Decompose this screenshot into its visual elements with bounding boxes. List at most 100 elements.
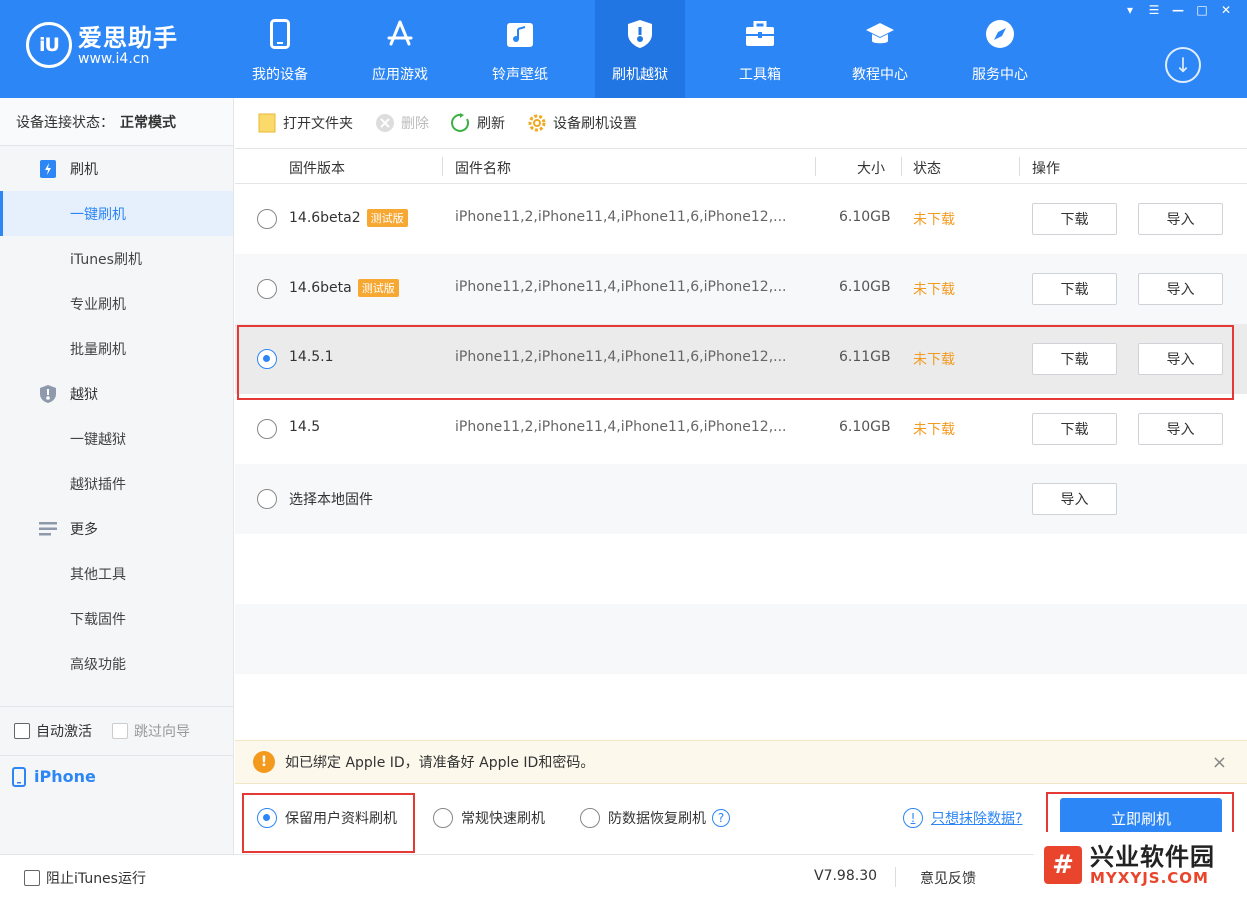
menu-lines-icon (38, 519, 58, 539)
local-firmware-label: 选择本地固件 (289, 492, 373, 508)
download-manager-icon[interactable]: ↓ (1165, 47, 1201, 83)
gear-icon (527, 113, 547, 133)
watermark-en: MYXYJS.COM (1090, 868, 1209, 887)
watermark-cn: 兴业软件园 (1090, 842, 1215, 871)
download-button[interactable]: 下载 (1032, 273, 1117, 305)
radio[interactable] (433, 808, 453, 828)
refresh-button[interactable]: 刷新 (451, 113, 505, 133)
device-entry[interactable]: iPhone (0, 755, 234, 797)
radio[interactable] (580, 808, 600, 828)
watermark-logo: # (1044, 845, 1082, 884)
firmware-version: 14.6beta (289, 280, 352, 296)
app-url: www.i4.cn (78, 51, 150, 67)
help-icon[interactable]: ? (712, 809, 730, 827)
connection-status-value: 正常模式 (120, 114, 176, 131)
shirt-icon[interactable]: ▾ (1119, 2, 1141, 18)
info-icon: ! (903, 808, 923, 828)
firmware-name: iPhone11,2,iPhone11,4,iPhone11,6,iPhone1… (455, 209, 787, 225)
shield-icon (624, 18, 656, 50)
row-radio[interactable] (257, 419, 277, 439)
firmware-table-header: 固件版本 固件名称 大小 状态 操作 (235, 149, 1247, 184)
block-itunes-checkbox[interactable] (24, 870, 40, 886)
nav-apps-games[interactable]: 应用游戏 (355, 0, 445, 98)
import-button[interactable]: 导入 (1138, 273, 1223, 305)
auto-activate-label: 自动激活 (36, 724, 92, 740)
connection-status: 设备连接状态： 正常模式 (0, 98, 233, 146)
minimize-icon[interactable]: — (1167, 2, 1189, 18)
delete-button[interactable]: 删除 (375, 113, 429, 133)
download-button[interactable]: 下载 (1032, 413, 1117, 445)
sidebar-item-pro-flash[interactable]: 专业刷机 (0, 281, 233, 326)
row-radio[interactable] (257, 279, 277, 299)
app-logo: iU 爱思助手 www.i4.cn (26, 22, 178, 68)
warning-icon: ! (253, 751, 275, 773)
sidebar-item-other-tools[interactable]: 其他工具 (0, 551, 233, 596)
header-size: 大小 (857, 161, 885, 177)
menu-icon[interactable]: ☰ (1143, 2, 1165, 18)
maximize-icon[interactable]: □ (1191, 2, 1213, 18)
block-itunes-option[interactable]: 阻止iTunes运行 (24, 868, 146, 888)
anti-recovery-option[interactable]: 防数据恢复刷机 ? (580, 808, 730, 828)
local-import-button[interactable]: 导入 (1032, 483, 1117, 515)
sidebar-item-one-click-jailbreak[interactable]: 一键越狱 (0, 416, 233, 461)
selected-row-highlight (237, 325, 1234, 400)
app-store-icon (384, 18, 416, 50)
table-row[interactable]: 14.6beta2 测试版 iPhone11,2,iPhone11,4,iPhon… (235, 184, 1247, 254)
delete-icon (375, 113, 395, 133)
close-icon[interactable]: ✕ (1215, 2, 1237, 18)
app-version: V7.98.30 (814, 868, 878, 884)
sidebar-item-download-firmware[interactable]: 下载固件 (0, 596, 233, 641)
firmware-status: 未下载 (913, 282, 955, 298)
firmware-name: iPhone11,2,iPhone11,4,iPhone11,6,iPhone1… (455, 279, 787, 295)
empty-row (235, 604, 1247, 674)
row-radio[interactable] (257, 209, 277, 229)
nav-tutorials[interactable]: 教程中心 (835, 0, 925, 98)
open-folder-button[interactable]: 打开文件夹 (257, 113, 353, 133)
row-radio[interactable] (257, 489, 277, 509)
graduation-cap-icon (864, 18, 896, 50)
nav-toolbox[interactable]: 工具箱 (715, 0, 805, 98)
window-controls: ▾ ☰ — □ ✕ (1119, 2, 1237, 18)
firmware-version: 14.6beta2 (289, 210, 361, 226)
skip-guide-checkbox[interactable] (112, 723, 128, 739)
firmware-size: 6.10GB (839, 209, 891, 225)
main-nav: 我的设备 应用游戏 铃声壁纸 刷机越狱 工具箱 教程中心 服务中心 (235, 0, 1075, 98)
sidebar-item-advanced[interactable]: 高级功能 (0, 641, 233, 686)
sidebar-item-one-click-flash[interactable]: 一键刷机 (0, 191, 233, 236)
import-button[interactable]: 导入 (1138, 203, 1223, 235)
folder-icon (257, 113, 277, 133)
nav-my-device[interactable]: 我的设备 (235, 0, 325, 98)
sidebar-item-itunes-flash[interactable]: iTunes刷机 (0, 236, 233, 281)
sidebar-group-flash: 刷机 (0, 146, 233, 191)
sidebar-item-batch-flash[interactable]: 批量刷机 (0, 326, 233, 371)
sidebar-options: 自动激活 跳过向导 (0, 707, 234, 755)
close-icon[interactable]: × (1212, 752, 1227, 773)
beta-badge: 测试版 (357, 279, 399, 297)
sidebar: 设备连接状态： 正常模式 刷机 一键刷机 iTunes刷机 专业刷机 批量刷机 … (0, 98, 234, 854)
logo-mark: iU (26, 22, 72, 68)
auto-activate-checkbox[interactable] (14, 723, 30, 739)
nav-ringtones[interactable]: 铃声壁纸 (475, 0, 565, 98)
beta-badge: 测试版 (366, 209, 408, 227)
erase-data-link[interactable]: ! 只想抹除数据? (903, 808, 1022, 828)
device-name: iPhone (34, 767, 96, 786)
quick-flash-option[interactable]: 常规快速刷机 (433, 808, 545, 828)
nav-service-center[interactable]: 服务中心 (955, 0, 1045, 98)
table-row[interactable]: 14.5 iPhone11,2,iPhone11,4,iPhone11,6,iP… (235, 394, 1247, 464)
download-button[interactable]: 下载 (1032, 203, 1117, 235)
toolbar: 打开文件夹 删除 刷新 设备刷机设置 (235, 98, 1247, 149)
app-title: 爱思助手 (78, 24, 178, 52)
table-row[interactable]: 14.6beta 测试版 iPhone11,2,iPhone11,4,iPhone… (235, 254, 1247, 324)
empty-row (235, 534, 1247, 604)
watermark: # 兴业软件园 MYXYJS.COM (1034, 832, 1247, 897)
nav-flash-jailbreak[interactable]: 刷机越狱 (595, 0, 685, 98)
skip-guide-label: 跳过向导 (134, 724, 190, 740)
device-flash-settings-button[interactable]: 设备刷机设置 (527, 113, 637, 133)
local-firmware-row[interactable]: 选择本地固件 导入 (235, 464, 1247, 534)
notice-text: 如已绑定 Apple ID，请准备好 Apple ID和密码。 (285, 755, 595, 771)
sidebar-item-jailbreak-plugins[interactable]: 越狱插件 (0, 461, 233, 506)
sidebar-group-more: 更多 (0, 506, 233, 551)
import-button[interactable]: 导入 (1138, 413, 1223, 445)
feedback-link[interactable]: 意见反馈 (920, 868, 976, 888)
header-name: 固件名称 (455, 161, 511, 177)
